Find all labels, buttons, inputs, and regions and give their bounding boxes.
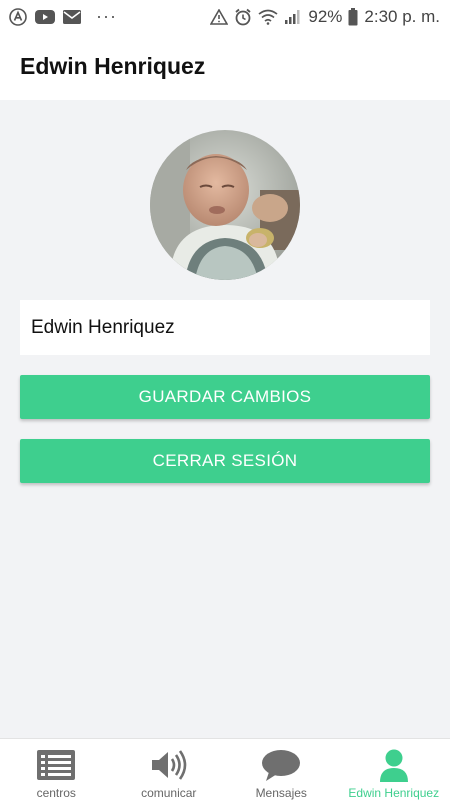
avatar-photo (150, 130, 300, 280)
status-bar: ··· 92% 2:30 p. m. (0, 0, 450, 33)
app-header: Edwin Henriquez (0, 33, 450, 100)
bottom-navigation: centros comunicar Mensajes Edwin Henriqu… (0, 738, 450, 800)
more-notifications-icon: ··· (96, 6, 117, 26)
nav-item-centros[interactable]: centros (0, 739, 113, 800)
email-icon (62, 9, 82, 25)
list-icon (35, 747, 77, 782)
status-bar-system: 92% 2:30 p. m. (210, 7, 440, 27)
alert-icon (210, 8, 229, 25)
clock: 2:30 p. m. (364, 6, 440, 26)
nav-label: centros (36, 786, 76, 800)
chat-bubble-icon (260, 747, 302, 782)
nav-label: Edwin Henriquez (348, 786, 440, 800)
status-bar-notifications: ··· (8, 6, 117, 27)
avatar[interactable] (150, 130, 300, 280)
battery-percentage: 92% (308, 6, 343, 26)
name-field[interactable] (20, 300, 430, 355)
nav-label: comunicar (141, 786, 197, 800)
nav-item-comunicar[interactable]: comunicar (113, 739, 226, 800)
signal-icon (284, 9, 302, 25)
alarm-icon (234, 8, 252, 26)
save-changes-button[interactable]: GUARDAR CAMBIOS (20, 375, 430, 419)
battery-icon (348, 7, 358, 26)
youtube-icon (34, 9, 56, 25)
profile-screen: GUARDAR CAMBIOS CERRAR SESIÓN (0, 100, 450, 738)
user-icon (373, 747, 415, 782)
wifi-icon (258, 9, 278, 25)
app-notification-icon (8, 7, 28, 27)
speaker-icon (148, 747, 190, 782)
nav-item-profile[interactable]: Edwin Henriquez (338, 739, 450, 800)
page-title: Edwin Henriquez (20, 53, 206, 79)
logout-button[interactable]: CERRAR SESIÓN (20, 439, 430, 483)
nav-label: Mensajes (255, 786, 307, 800)
nav-item-mensajes[interactable]: Mensajes (225, 739, 338, 800)
